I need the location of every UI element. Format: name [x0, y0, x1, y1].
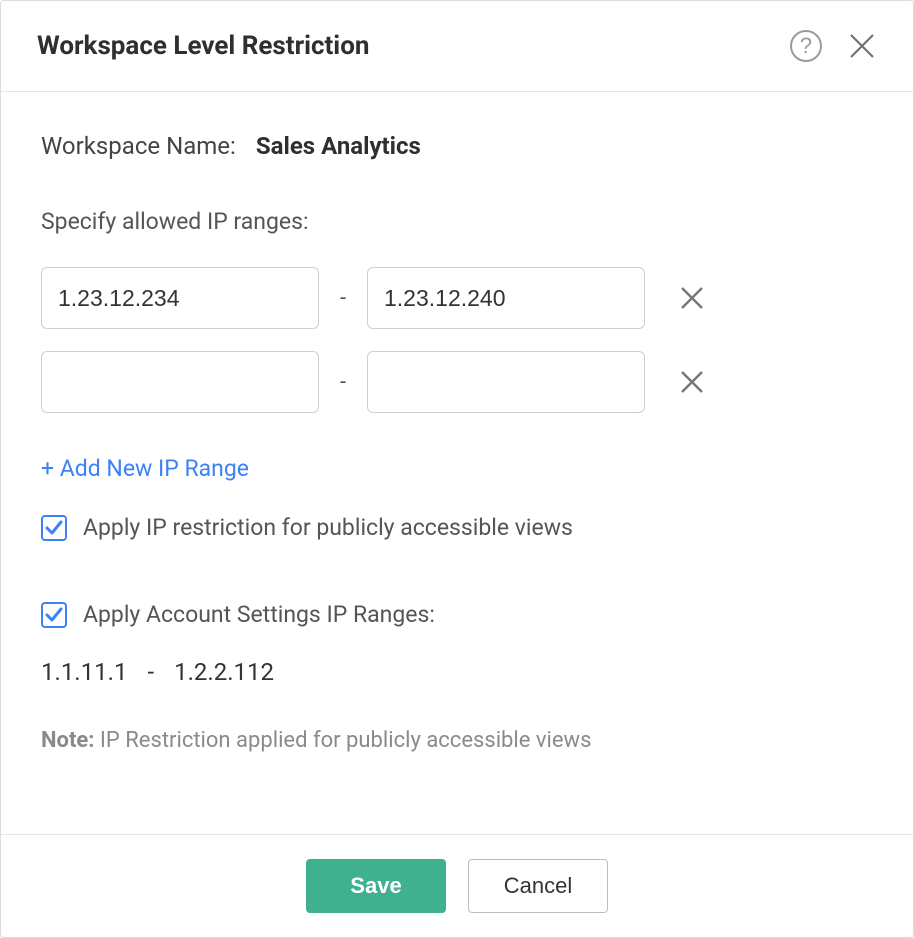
apply-account-ranges-row: Apply Account Settings IP Ranges: — [41, 601, 873, 628]
close-icon[interactable] — [847, 31, 877, 61]
svg-text:?: ? — [800, 33, 812, 58]
remove-row-icon[interactable] — [679, 285, 705, 311]
note-label: Note: — [41, 728, 94, 753]
dash-separator: - — [337, 286, 349, 311]
account-ip-to: 1.2.2.112 — [174, 658, 274, 686]
apply-account-ranges-label: Apply Account Settings IP Ranges: — [83, 601, 435, 628]
account-ip-range: 1.1.11.1 - 1.2.2.112 — [41, 658, 873, 686]
workspace-restriction-dialog: Workspace Level Restriction ? Workspace … — [0, 0, 914, 938]
note-text: IP Restriction applied for publicly acce… — [94, 728, 591, 753]
cancel-button[interactable]: Cancel — [468, 859, 608, 913]
ip-to-input[interactable] — [367, 351, 645, 413]
apply-public-views-label: Apply IP restriction for publicly access… — [83, 514, 573, 541]
workspace-name-value: Sales Analytics — [256, 132, 421, 160]
apply-account-ranges-checkbox[interactable] — [41, 602, 67, 628]
dash-separator: - — [147, 658, 154, 686]
ip-range-row: - — [41, 267, 873, 329]
dialog-header: Workspace Level Restriction ? — [1, 1, 913, 92]
add-ip-range-link[interactable]: + Add New IP Range — [41, 455, 249, 482]
save-button[interactable]: Save — [306, 859, 446, 913]
dialog-body: Workspace Name: Sales Analytics Specify … — [1, 92, 913, 834]
workspace-name-row: Workspace Name: Sales Analytics — [41, 132, 873, 160]
account-ip-from: 1.1.11.1 — [41, 658, 127, 686]
header-icons: ? — [789, 29, 877, 63]
ip-ranges-label: Specify allowed IP ranges: — [41, 208, 873, 235]
dialog-footer: Save Cancel — [1, 834, 913, 937]
help-icon[interactable]: ? — [789, 29, 823, 63]
ip-range-row: - — [41, 351, 873, 413]
dash-separator: - — [337, 370, 349, 395]
note-row: Note: IP Restriction applied for publicl… — [41, 728, 873, 753]
apply-public-views-checkbox[interactable] — [41, 515, 67, 541]
ip-from-input[interactable] — [41, 351, 319, 413]
workspace-name-label: Workspace Name: — [41, 132, 236, 160]
ip-from-input[interactable] — [41, 267, 319, 329]
ip-to-input[interactable] — [367, 267, 645, 329]
apply-public-views-row: Apply IP restriction for publicly access… — [41, 514, 873, 541]
dialog-title: Workspace Level Restriction — [37, 31, 369, 61]
remove-row-icon[interactable] — [679, 369, 705, 395]
